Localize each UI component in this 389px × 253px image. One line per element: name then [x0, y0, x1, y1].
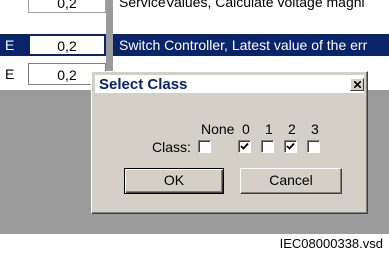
class-checkbox-3[interactable]	[307, 140, 320, 153]
row-type-cell: E	[5, 66, 15, 82]
ok-button[interactable]: OK	[124, 168, 224, 194]
cancel-button[interactable]: Cancel	[240, 168, 342, 194]
table-row[interactable]: 0,2 ServiceValues, Calculate voltage mag…	[0, 0, 389, 14]
class-checkbox-none[interactable]	[198, 140, 211, 153]
close-icon[interactable]	[350, 78, 364, 91]
class-checkbox-0[interactable]	[238, 140, 251, 153]
dialog-titlebar[interactable]: Select Class	[95, 75, 364, 93]
option-label-none: None	[201, 121, 235, 137]
row-description-cell: Switch Controller, Latest value of the e…	[113, 34, 389, 56]
dialog-title: Select Class	[99, 76, 188, 93]
row-description-cell: ServiceValues, Calculate voltage magni	[119, 0, 365, 10]
option-label-0: 0	[242, 121, 250, 137]
option-label-3: 3	[311, 121, 319, 137]
table-row-selected[interactable]: E 0,2 Switch Controller, Latest value of…	[0, 34, 389, 57]
option-label-1: 1	[265, 121, 273, 137]
checkmark-icon	[286, 142, 295, 150]
row-value-cell[interactable]: 0,2	[28, 34, 106, 56]
row-type-cell: E	[0, 34, 28, 56]
class-checkbox-2[interactable]	[284, 140, 297, 153]
class-checkbox-1[interactable]	[261, 140, 274, 153]
option-label-2: 2	[288, 121, 296, 137]
figure-caption: IEC08000338.vsd	[279, 236, 383, 251]
row-type-cell	[0, 0, 28, 13]
class-label: Class:	[152, 139, 191, 155]
select-class-dialog: Select Class None 0 1 2 3 Class: OK Canc…	[91, 71, 368, 214]
row-value-cell[interactable]: 0,2	[28, 0, 106, 13]
checkmark-icon	[240, 142, 249, 150]
